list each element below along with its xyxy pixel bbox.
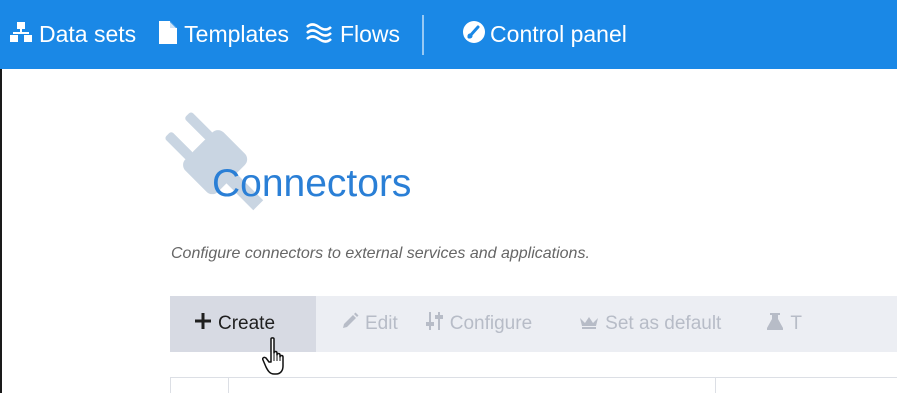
sliders-icon: [425, 311, 444, 337]
approx-wave-icon: [305, 21, 333, 48]
edit-button[interactable]: Edit: [341, 296, 398, 352]
create-label: Create: [218, 313, 276, 334]
flask-icon: [766, 312, 784, 336]
create-button[interactable]: Create: [170, 296, 316, 352]
file-icon: [159, 20, 178, 49]
sitemap-icon: [10, 21, 32, 48]
crown-icon: [579, 313, 599, 335]
configure-button[interactable]: Configure: [425, 296, 533, 352]
edit-label: Edit: [365, 313, 398, 334]
nav-item-control-panel[interactable]: Control panel: [462, 0, 627, 69]
plus-icon: [194, 312, 212, 336]
page-subtitle: Configure connectors to external service…: [171, 245, 590, 262]
nav-item-data-sets[interactable]: Data sets: [10, 0, 136, 69]
grid-column-divider: [228, 377, 229, 393]
nav-item-templates[interactable]: Templates: [159, 0, 289, 69]
set-as-default-button[interactable]: Set as default: [579, 296, 721, 352]
hand-pointer-cursor: [262, 337, 292, 382]
gauge-icon: [462, 20, 486, 49]
nav-label: Templates: [184, 21, 289, 47]
page-title: Connectors: [212, 162, 412, 205]
top-navigation-bar: Data sets Templates Flows Control panel: [0, 0, 897, 69]
nav-divider: [422, 14, 425, 55]
nav-label: Control panel: [490, 21, 627, 47]
nav-label: Flows: [339, 21, 401, 47]
set-as-default-label: Set as default: [605, 313, 722, 334]
test-button[interactable]: T: [766, 296, 802, 352]
grid-column-divider: [170, 377, 171, 393]
grid-column-divider: [715, 377, 716, 393]
nav-label: Data sets: [39, 21, 137, 47]
pencil-icon: [341, 312, 359, 336]
test-label: T: [790, 313, 802, 334]
configure-label: Configure: [449, 313, 533, 334]
nav-item-flows[interactable]: Flows: [305, 0, 400, 69]
